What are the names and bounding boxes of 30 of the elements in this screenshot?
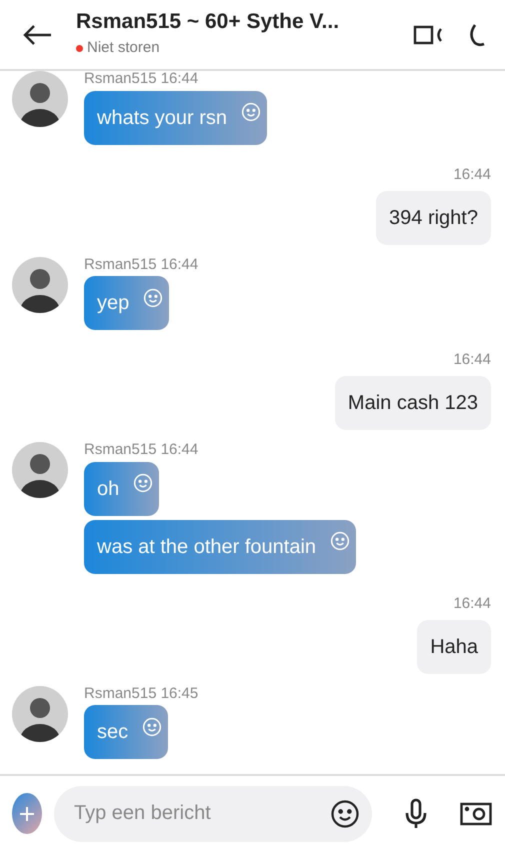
sender-time: Rsman515 16:45 (84, 686, 198, 702)
back-button[interactable] (22, 24, 52, 46)
sender-time: Rsman515 16:44 (84, 442, 198, 458)
timestamp: 16:44 (453, 352, 491, 368)
add-button[interactable] (12, 793, 42, 834)
chat-title: Rsman515 ~ 60+ Sythe V... (76, 10, 340, 33)
emoji-icon[interactable] (330, 798, 360, 828)
reaction-icon[interactable] (133, 473, 154, 494)
camera-icon[interactable] (460, 802, 492, 826)
status-text: Niet storen (76, 36, 405, 60)
timestamp: 16:44 (453, 166, 491, 182)
reaction-icon[interactable] (142, 716, 162, 737)
plus-icon (18, 804, 36, 822)
video-call-button[interactable] (413, 24, 443, 46)
message-bubble: yep (84, 276, 170, 330)
reaction-icon[interactable] (143, 288, 164, 308)
message-bubble: 394 right? (376, 190, 491, 244)
message-bubble: was at the other fountain (84, 520, 356, 574)
message-bubble: sec (84, 705, 168, 760)
microphone-icon[interactable] (404, 798, 428, 830)
message-field[interactable]: Typ een bericht (54, 786, 372, 842)
reaction-icon[interactable] (330, 531, 350, 552)
sender-time: Rsman515 16:44 (84, 256, 198, 272)
message-bubble: Main cash 123 (334, 376, 491, 430)
message-bubble: oh (84, 462, 160, 516)
reaction-icon[interactable] (241, 102, 262, 122)
message-bubble: whats your rsn (84, 90, 268, 145)
timestamp: 16:44 (453, 596, 491, 612)
sender-time: Rsman515 16:44 (84, 71, 198, 87)
message-bubble: Haha (417, 620, 491, 674)
